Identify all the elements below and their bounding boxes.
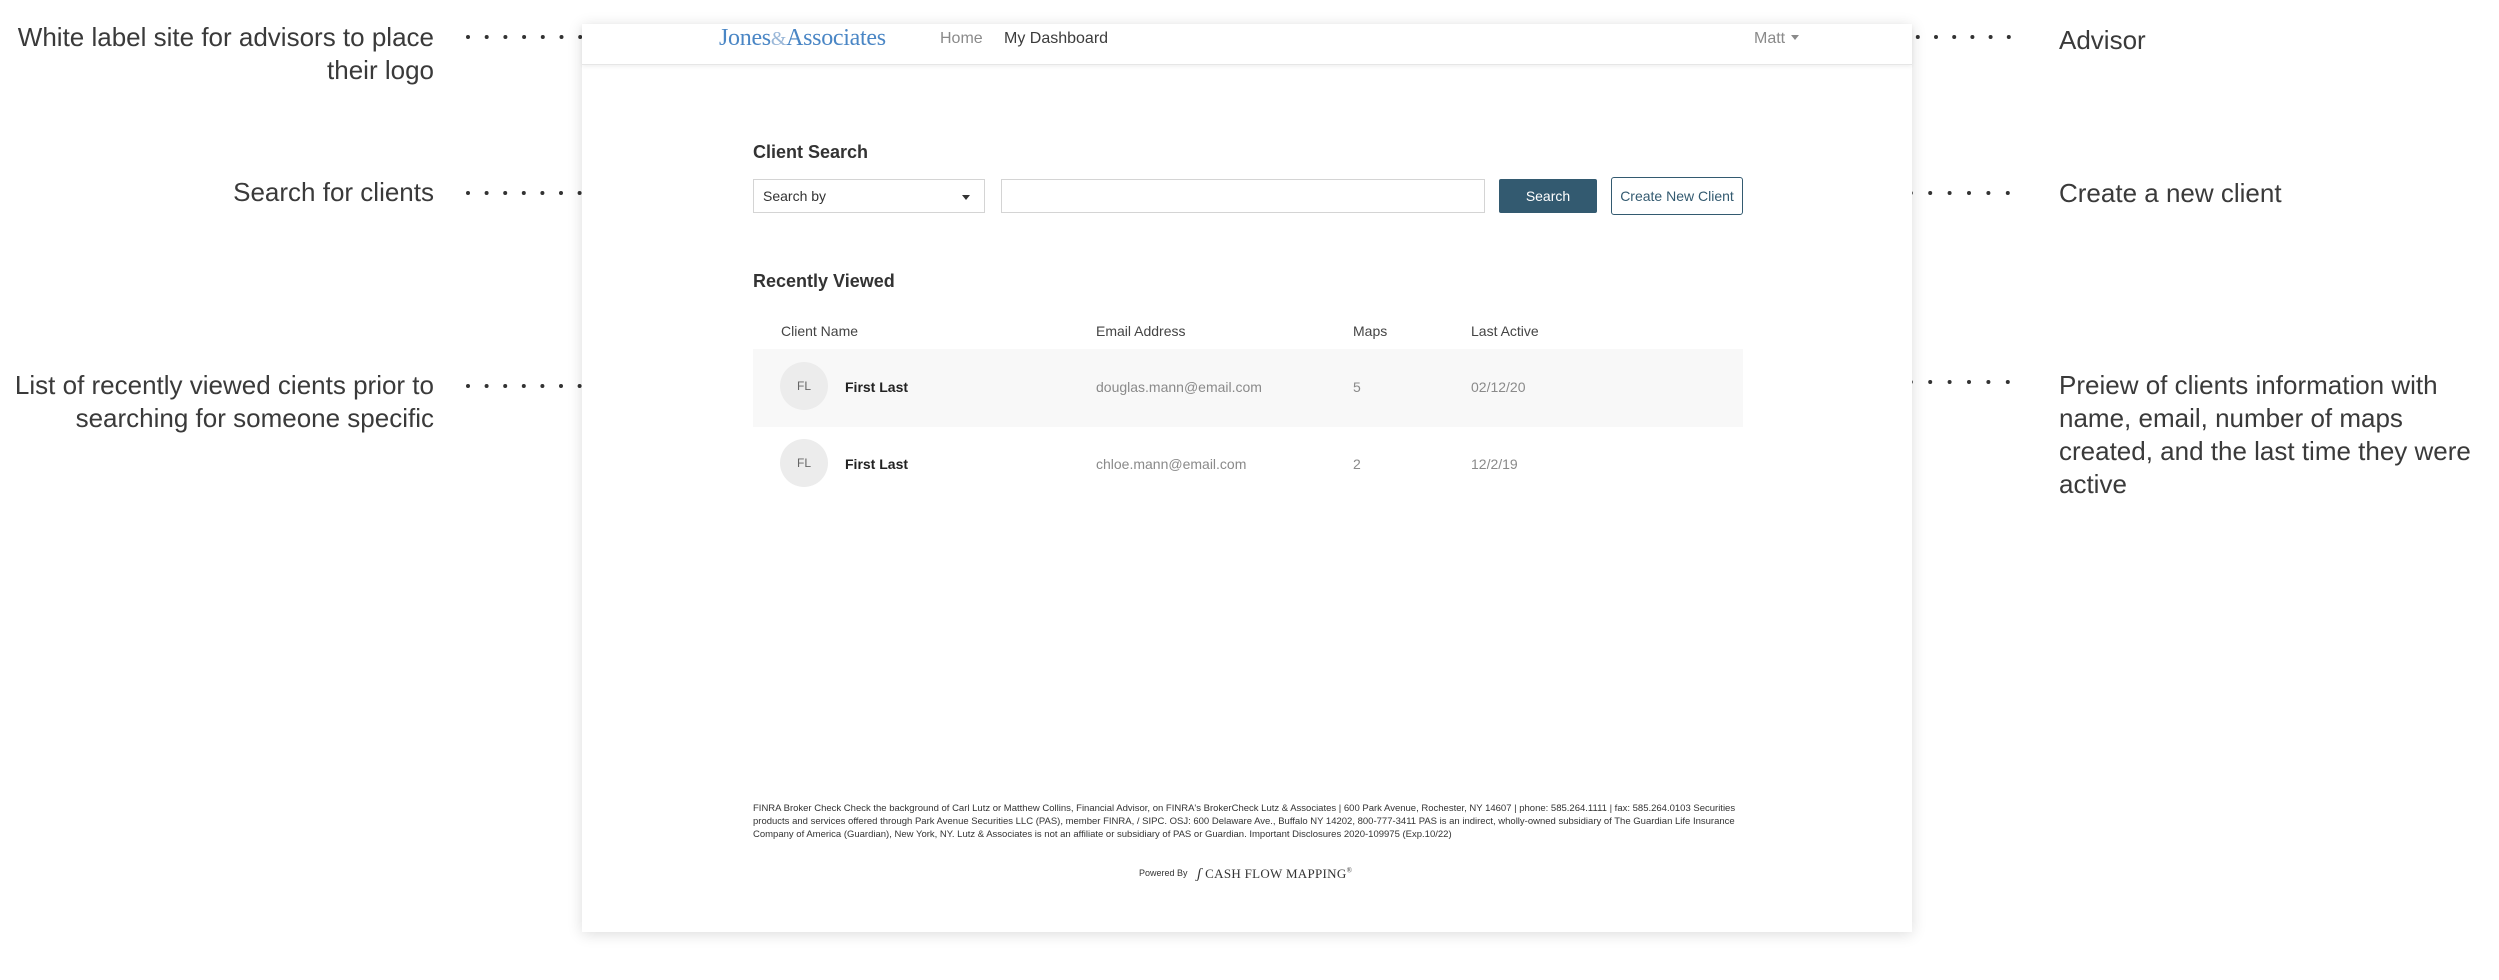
annotation-recent: List of recently viewed cients prior to … [14,370,434,433]
app-window: Jones&Associates Home My Dashboard Matt … [582,24,1912,932]
footer-disclosure: FINRA Broker Check Check the background … [753,803,1736,840]
column-header-maps: Maps [1353,323,1388,339]
user-menu[interactable]: Matt [1754,30,1800,48]
client-email: douglas.mann@email.com [1096,379,1262,395]
client-name: First Last [845,379,909,395]
client-name: First Last [845,456,909,472]
client-maps-count: 2 [1353,456,1361,472]
search-by-select[interactable]: Search by [753,179,985,213]
chevron-down-icon [1791,35,1800,40]
top-navbar: Jones&Associates Home My Dashboard Matt [582,24,1912,65]
table-row[interactable]: FL First Last douglas.mann@email.com 5 0… [753,349,1743,427]
avatar: FL [780,362,828,410]
column-header-last-active: Last Active [1471,323,1539,339]
chevron-down-icon [962,195,970,200]
client-last-active: 12/2/19 [1471,456,1518,472]
search-button[interactable]: Search [1499,179,1597,213]
client-maps-count: 5 [1353,379,1361,395]
table-row[interactable]: FL First Last chloe.mann@email.com 2 12/… [753,426,1743,504]
nav-home-link[interactable]: Home [940,30,983,48]
annotation-logo: White label site for advisors to place t… [17,22,434,85]
column-header-client-name: Client Name [781,323,859,339]
client-email: chloe.mann@email.com [1096,456,1247,472]
user-name: Matt [1754,30,1786,47]
nav-dashboard-link[interactable]: My Dashboard [1004,30,1108,48]
annotation-create: Create a new client [2059,178,2282,208]
annotation-advisor: Advisor [2059,25,2146,55]
avatar: FL [780,439,828,487]
column-header-email: Email Address [1096,323,1186,339]
brand-logo[interactable]: Jones&Associates [719,25,886,52]
client-last-active: 02/12/20 [1471,379,1526,395]
cfm-brand-text: CASH FLOW MAPPING [1205,866,1347,881]
cash-flow-mapping-logo[interactable]: ʃ CASH FLOW MAPPING® [1197,866,1352,883]
registered-mark: ® [1346,866,1353,875]
create-new-client-button[interactable]: Create New Client [1611,177,1743,215]
powered-by-label: Powered By [1139,868,1188,878]
client-search-title: Client Search [753,142,869,162]
search-by-label: Search by [763,188,827,204]
annotation-search: Search for clients [233,177,434,207]
recently-viewed-title: Recently Viewed [753,271,895,291]
cfm-swoosh-icon: ʃ [1197,866,1202,882]
client-search-input[interactable] [1001,179,1485,213]
annotation-preview: Preiew of clients information with name,… [2059,370,2471,499]
